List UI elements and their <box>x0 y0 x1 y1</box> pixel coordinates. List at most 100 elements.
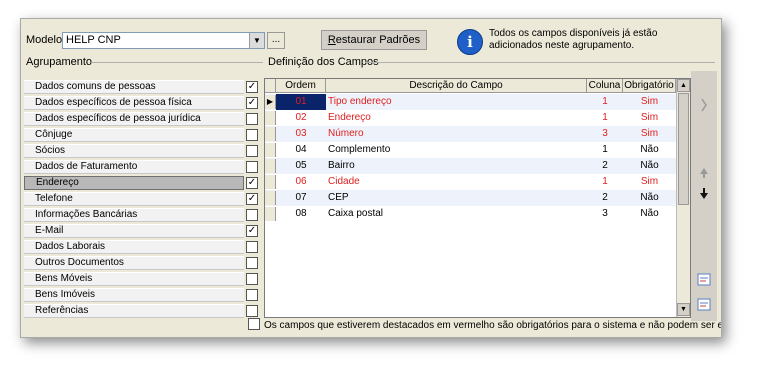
cell-descricao: Cidade <box>328 176 360 187</box>
group-item[interactable]: Dados comuns de pessoas <box>24 80 244 94</box>
cell-obrigatorio: Sim <box>640 96 659 107</box>
column-header-descricao[interactable]: Descrição do Campo <box>326 79 587 93</box>
group-row: Informações Bancárias <box>24 208 258 222</box>
table-row[interactable]: 05 Bairro 2 Não <box>265 158 676 174</box>
group-item[interactable]: Dados específicos de pessoa jurídica <box>24 112 244 126</box>
group-item[interactable]: Outros Documentos <box>24 256 244 270</box>
group-item[interactable]: Dados de Faturamento <box>24 160 244 174</box>
cell-ordem: 04 <box>295 144 307 155</box>
row-selector[interactable] <box>265 159 276 173</box>
cell-descricao: Complemento <box>328 144 391 155</box>
model-label: Modelo: <box>26 34 66 46</box>
table-vertical-scrollbar[interactable]: ▲ ▼ <box>676 79 690 317</box>
group-checkbox[interactable] <box>246 305 258 317</box>
group-item[interactable]: Dados específicos de pessoa física <box>24 96 244 110</box>
table-row[interactable]: 08 Caixa postal 3 Não <box>265 206 676 222</box>
row-selector[interactable] <box>265 191 276 205</box>
group-checkbox[interactable] <box>246 161 258 173</box>
group-checkbox[interactable] <box>246 129 258 141</box>
cell-ordem: 05 <box>295 160 307 171</box>
row-selector[interactable] <box>265 127 276 141</box>
cell-ordem: 08 <box>295 208 307 219</box>
table-row[interactable]: 02 Endereço 1 Sim <box>265 110 676 126</box>
cell-coluna: 2 <box>602 192 608 203</box>
cell-obrigatorio: Não <box>640 208 659 219</box>
model-browse-button[interactable]: ... <box>267 32 285 49</box>
scrollbar-thumb[interactable] <box>678 93 689 205</box>
extra-checkbox[interactable] <box>248 318 260 330</box>
row-selector[interactable] <box>265 207 276 221</box>
column-header-coluna[interactable]: Coluna <box>587 79 623 93</box>
table-row[interactable]: 07 CEP 2 Não <box>265 190 676 206</box>
groups-divider <box>91 62 263 63</box>
group-item[interactable]: Telefone <box>24 192 244 206</box>
group-item[interactable]: Bens Imóveis <box>24 288 244 302</box>
fields-divider <box>365 62 715 63</box>
fields-section-label: Definição dos Campos <box>268 56 379 68</box>
side-toolbar <box>691 71 717 321</box>
arrow-down-icon[interactable] <box>700 188 708 199</box>
group-item[interactable]: Dados Laborais <box>24 240 244 254</box>
cell-ordem: 01 <box>276 94 326 110</box>
group-row: Dados de Faturamento <box>24 160 258 174</box>
cell-coluna: 1 <box>602 112 608 123</box>
group-checkbox[interactable] <box>246 289 258 301</box>
edit-form-icon[interactable] <box>697 298 711 311</box>
row-selector[interactable] <box>265 143 276 157</box>
group-row: Sócios <box>24 144 258 158</box>
cell-coluna: 1 <box>602 144 608 155</box>
groups-list: Dados comuns de pessoas ✓ Dados específico… <box>24 80 258 320</box>
group-item[interactable]: Bens Móveis <box>24 272 244 286</box>
group-checkbox[interactable] <box>246 257 258 269</box>
restore-defaults-button[interactable]: Restaurar Padrões <box>321 30 427 50</box>
group-item[interactable]: Referências <box>24 304 244 318</box>
group-checkbox[interactable]: ✓ <box>246 193 258 205</box>
scroll-up-icon[interactable]: ▲ <box>677 79 690 92</box>
group-checkbox[interactable] <box>246 113 258 125</box>
column-header-obrigatorio[interactable]: Obrigatório <box>623 79 676 93</box>
row-selector[interactable]: ▶ <box>265 95 276 109</box>
edit-form-icon[interactable] <box>697 273 711 286</box>
group-checkbox[interactable] <box>246 241 258 253</box>
group-checkbox[interactable]: ✓ <box>246 177 258 189</box>
group-row: Dados específicos de pessoa física ✓ <box>24 96 258 110</box>
group-checkbox[interactable] <box>246 209 258 221</box>
group-checkbox[interactable] <box>246 273 258 285</box>
row-selector[interactable] <box>265 175 276 189</box>
cell-descricao: Bairro <box>328 160 355 171</box>
group-item[interactable]: E-Mail <box>24 224 244 238</box>
table-row[interactable]: 04 Complemento 1 Não <box>265 142 676 158</box>
cell-obrigatorio: Não <box>640 144 659 155</box>
groups-section-label: Agrupamento <box>26 56 93 68</box>
group-row: Dados específicos de pessoa jurídica <box>24 112 258 126</box>
group-item[interactable]: Cônjuge <box>24 128 244 142</box>
group-checkbox[interactable]: ✓ <box>246 97 258 109</box>
cell-obrigatorio: Sim <box>640 176 659 187</box>
fields-table: Ordem Descrição do Campo Coluna Obrigató… <box>264 78 691 318</box>
chevron-down-icon[interactable]: ▼ <box>249 33 264 48</box>
column-header-ordem[interactable]: Ordem <box>276 79 326 93</box>
current-row-arrow-icon: ▶ <box>266 97 274 106</box>
group-item[interactable]: Endereço <box>24 176 244 190</box>
chevron-right-icon[interactable] <box>701 98 707 112</box>
group-checkbox[interactable]: ✓ <box>246 81 258 93</box>
table-row[interactable]: ▶ 01 Tipo endereço 1 Sim <box>265 94 676 110</box>
table-row[interactable]: 06 Cidade 1 Sim <box>265 174 676 190</box>
group-row: Dados Laborais <box>24 240 258 254</box>
group-checkbox[interactable] <box>246 145 258 157</box>
required-fields-note: Os campos que estiverem destacados em ve… <box>264 320 722 331</box>
scroll-down-icon[interactable]: ▼ <box>677 303 690 316</box>
model-select[interactable]: HELP CNP ▼ <box>62 32 265 49</box>
group-item[interactable]: Sócios <box>24 144 244 158</box>
arrow-up-icon[interactable] <box>700 168 708 178</box>
group-row: Outros Documentos <box>24 256 258 270</box>
group-row: Dados comuns de pessoas ✓ <box>24 80 258 94</box>
restore-defaults-label: estaurar Padrões <box>335 34 421 46</box>
row-selector[interactable] <box>265 111 276 125</box>
group-checkbox[interactable]: ✓ <box>246 225 258 237</box>
cell-descricao: CEP <box>328 192 349 203</box>
table-row[interactable]: 03 Número 3 Sim <box>265 126 676 142</box>
restore-defaults-mnemonic: R <box>327 34 336 46</box>
group-item[interactable]: Informações Bancárias <box>24 208 244 222</box>
cell-coluna: 3 <box>602 128 608 139</box>
